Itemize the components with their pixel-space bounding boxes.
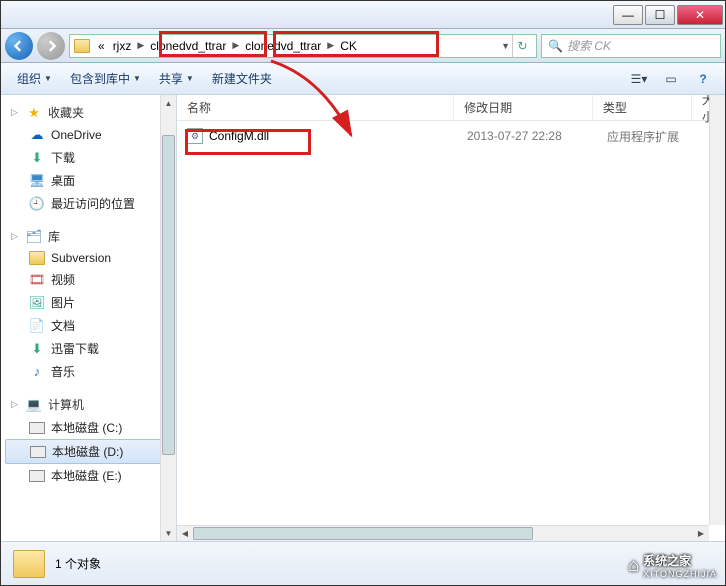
folder-icon	[29, 251, 45, 265]
scroll-left-icon[interactable]: ◀	[177, 526, 193, 541]
back-button[interactable]	[5, 32, 33, 60]
document-icon: 📄	[29, 318, 45, 334]
desktop-icon: 🖥	[29, 173, 45, 189]
file-row[interactable]: ⚙ ConfigM.dll 2013-07-27 22:28 应用程序扩展	[177, 125, 725, 147]
share-menu[interactable]: 共享▼	[151, 66, 202, 91]
minimize-button[interactable]: —	[613, 5, 643, 25]
search-input[interactable]: 🔍 搜索 CK	[541, 34, 721, 58]
download-icon: ⬇	[29, 150, 45, 166]
scroll-down-icon[interactable]: ▼	[161, 525, 176, 541]
download-icon: ⬇	[29, 341, 45, 357]
sidebar-item-drive-e[interactable]: 本地磁盘 (E:)	[1, 464, 176, 487]
music-icon: ♪	[29, 364, 45, 380]
preview-pane-button[interactable]: ▭	[657, 68, 685, 90]
sidebar-item-downloads[interactable]: ⬇下载	[1, 146, 176, 169]
folder-icon	[13, 550, 45, 578]
maximize-button[interactable]: ☐	[645, 5, 675, 25]
toolbar: 组织▼ 包含到库中▼ 共享▼ 新建文件夹 ☰▾ ▭ ?	[1, 63, 725, 95]
expand-icon: ▷	[11, 107, 20, 118]
sidebar-scrollbar[interactable]: ▲ ▼	[160, 95, 176, 541]
status-text: 1 个对象	[55, 555, 101, 572]
scrollbar-thumb[interactable]	[193, 527, 533, 540]
expand-icon: ▷	[11, 231, 20, 242]
file-date: 2013-07-27 22:28	[457, 129, 597, 143]
sidebar-libraries[interactable]: ▷🗂库	[1, 225, 176, 248]
close-button[interactable]: ✕	[677, 5, 723, 25]
drive-icon	[29, 422, 45, 434]
file-list-pane: 名称 修改日期 类型 大小 ⚙ ConfigM.dll 2013-07-27 22…	[177, 95, 725, 541]
chevron-right-icon[interactable]: ▶	[325, 40, 336, 51]
include-menu[interactable]: 包含到库中▼	[62, 66, 149, 91]
titlebar: — ☐ ✕	[1, 1, 725, 29]
crumb-prefix[interactable]: «	[94, 35, 109, 57]
star-icon: ★	[26, 105, 42, 121]
onedrive-icon: ☁	[29, 127, 45, 143]
navigation-pane: ▷★收藏夹 ☁OneDrive ⬇下载 🖥桌面 🕘最近访问的位置 ▷🗂库 Sub…	[1, 95, 177, 541]
drive-icon	[29, 470, 45, 482]
sidebar-item-drive-c[interactable]: 本地磁盘 (C:)	[1, 416, 176, 439]
forward-button[interactable]	[37, 32, 65, 60]
help-button[interactable]: ?	[689, 68, 717, 90]
statusbar: 1 个对象	[1, 541, 725, 585]
recent-icon: 🕘	[29, 196, 45, 212]
sidebar-item-videos[interactable]: 🎞视频	[1, 268, 176, 291]
sidebar-item-pictures[interactable]: 🖼图片	[1, 291, 176, 314]
file-name: ConfigM.dll	[209, 129, 269, 143]
file-type: 应用程序扩展	[597, 128, 697, 145]
sidebar-item-documents[interactable]: 📄文档	[1, 314, 176, 337]
crumb-clonedvd1[interactable]: clonedvd_ttrar	[146, 35, 230, 57]
sidebar-computer[interactable]: ▷💻计算机	[1, 393, 176, 416]
view-options-button[interactable]: ☰▾	[625, 68, 653, 90]
drive-icon	[30, 446, 46, 458]
dll-icon: ⚙	[187, 128, 203, 144]
chevron-right-icon[interactable]: ▶	[230, 40, 241, 51]
column-headers: 名称 修改日期 类型 大小	[177, 95, 725, 121]
navbar: « rjxz ▶ clonedvd_ttrar ▶ clonedvd_ttrar…	[1, 29, 725, 63]
sidebar-item-music[interactable]: ♪音乐	[1, 360, 176, 383]
sidebar-item-onedrive[interactable]: ☁OneDrive	[1, 124, 176, 146]
organize-menu[interactable]: 组织▼	[9, 66, 60, 91]
refresh-button[interactable]: ↻	[512, 35, 532, 57]
sidebar-item-subversion[interactable]: Subversion	[1, 248, 176, 268]
column-type[interactable]: 类型	[593, 95, 692, 120]
chevron-right-icon[interactable]: ▶	[135, 40, 146, 51]
sidebar-favorites[interactable]: ▷★收藏夹	[1, 101, 176, 124]
column-name[interactable]: 名称	[177, 95, 454, 120]
scrollbar-thumb[interactable]	[162, 135, 175, 455]
crumb-clonedvd2[interactable]: clonedvd_ttrar	[241, 35, 325, 57]
computer-icon: 💻	[26, 397, 42, 413]
sidebar-item-drive-d[interactable]: 本地磁盘 (D:)	[5, 439, 172, 464]
history-dropdown-icon[interactable]: ▼	[499, 41, 512, 51]
scroll-right-icon[interactable]: ▶	[693, 526, 709, 541]
folder-icon	[74, 39, 90, 53]
expand-icon: ▷	[11, 399, 20, 410]
crumb-rjxz[interactable]: rjxz	[109, 35, 136, 57]
file-list[interactable]: ⚙ ConfigM.dll 2013-07-27 22:28 应用程序扩展	[177, 121, 725, 151]
address-bar[interactable]: « rjxz ▶ clonedvd_ttrar ▶ clonedvd_ttrar…	[69, 34, 537, 58]
sidebar-item-xunlei[interactable]: ⬇迅雷下载	[1, 337, 176, 360]
horizontal-scrollbar[interactable]: ◀ ▶	[177, 525, 709, 541]
crumb-ck[interactable]: CK	[336, 35, 361, 57]
column-date[interactable]: 修改日期	[454, 95, 593, 120]
vertical-scrollbar[interactable]	[709, 95, 725, 525]
video-icon: 🎞	[29, 272, 45, 288]
picture-icon: 🖼	[29, 295, 45, 311]
sidebar-item-desktop[interactable]: 🖥桌面	[1, 169, 176, 192]
library-icon: 🗂	[26, 229, 42, 245]
scroll-up-icon[interactable]: ▲	[161, 95, 176, 111]
search-icon: 🔍	[548, 39, 563, 53]
watermark: ⌂ 系统之家 XITONGZHIJIA	[628, 552, 717, 579]
search-placeholder: 搜索 CK	[567, 37, 611, 54]
body: ▷★收藏夹 ☁OneDrive ⬇下载 🖥桌面 🕘最近访问的位置 ▷🗂库 Sub…	[1, 95, 725, 541]
house-icon: ⌂	[628, 555, 639, 576]
newfolder-button[interactable]: 新建文件夹	[204, 66, 280, 91]
sidebar-item-recent[interactable]: 🕘最近访问的位置	[1, 192, 176, 215]
